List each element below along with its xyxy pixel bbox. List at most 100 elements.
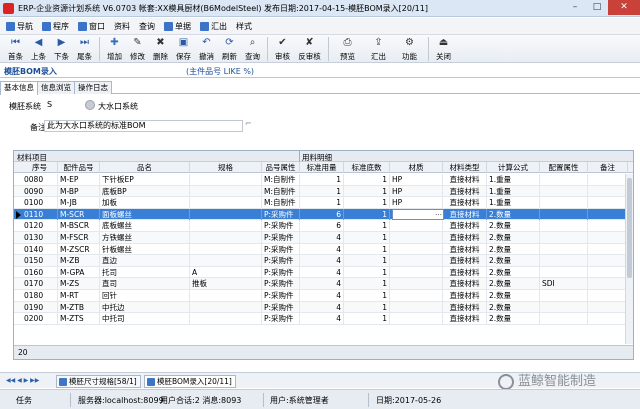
note-expand-icon[interactable]: ⌐ (245, 119, 253, 129)
menu-query[interactable]: 查询 (139, 21, 155, 32)
cell-seq[interactable]: 0150 (22, 255, 58, 267)
first-record-button[interactable]: ⏮ 首条 (4, 35, 27, 63)
cell-config-attr[interactable] (540, 220, 588, 232)
next-record-button[interactable]: ▶ 下条 (50, 35, 73, 63)
doc-tab-size-spec[interactable]: 模胚尺寸规格[58/1] (56, 375, 141, 388)
delete-button[interactable]: ✖ 删除 (149, 35, 172, 63)
cell-material[interactable] (390, 266, 443, 278)
cell-formula[interactable]: 2.数量 (487, 290, 540, 301)
cell-config-attr[interactable] (540, 301, 588, 313)
query-button[interactable]: ⌕ 查询 (241, 35, 264, 63)
column-header-seq[interactable]: 序号 (22, 162, 58, 173)
cell-material-type[interactable]: 直接材料 (443, 197, 487, 209)
maximize-button[interactable]: □ (586, 0, 608, 15)
cell-remark[interactable] (588, 313, 628, 325)
column-header-std-base[interactable]: 标准底数 (344, 162, 390, 173)
cell-std-qty[interactable]: 1 (300, 174, 344, 185)
task-button[interactable]: 任务 (16, 395, 32, 406)
system-code-field[interactable]: S (44, 99, 81, 111)
cell-part-no[interactable]: M-JB (58, 197, 100, 209)
cell-std-qty[interactable]: 1 (300, 185, 344, 197)
close-button[interactable]: ⏏ 关闭 (432, 35, 455, 63)
cell-seq[interactable]: 0170 (22, 278, 58, 290)
cell-part-name[interactable]: 托司 (100, 266, 190, 278)
cell-std-base[interactable]: 1 (344, 174, 390, 185)
cell-material-type[interactable]: 直接材料 (443, 185, 487, 197)
cell-attr[interactable]: P:采购件 (262, 220, 300, 232)
column-header-material[interactable]: 材质 (390, 162, 443, 173)
cell-remark[interactable] (588, 266, 628, 278)
menu-data[interactable]: 资料 (114, 21, 130, 32)
cell-part-name[interactable]: 中托边 (100, 301, 190, 313)
doc-tab-bom-entry[interactable]: 模胚BOM录入[20/11] (144, 375, 236, 388)
cell-std-qty[interactable]: 4 (300, 255, 344, 267)
refresh-button[interactable]: ⟳ 刷新 (218, 35, 241, 63)
grid-vertical-scrollbar[interactable] (625, 174, 633, 344)
cell-std-qty[interactable]: 4 (300, 232, 344, 243)
cell-config-attr[interactable] (540, 313, 588, 325)
tab-operation-log[interactable]: 操作日志 (74, 81, 112, 94)
approve-button[interactable]: ✔ 审核 (271, 35, 294, 63)
cell-material[interactable] (390, 232, 443, 243)
tab-navigation-buttons[interactable]: ◀◀ ◀ ▶ ▶▶ (6, 377, 39, 384)
cell-material-type[interactable]: 直接材料 (443, 208, 487, 220)
tab-browse[interactable]: 信息浏览 (37, 81, 75, 94)
cell-remark[interactable] (588, 255, 628, 267)
cell-std-base[interactable]: 1 (344, 301, 390, 313)
cell-attr[interactable]: P:采购件 (262, 266, 300, 278)
cell-material-type[interactable]: 直接材料 (443, 266, 487, 278)
cell-spec[interactable] (190, 313, 262, 325)
cell-material[interactable] (390, 278, 443, 290)
cell-spec[interactable] (190, 301, 262, 313)
cell-part-no[interactable]: M-ZTS (58, 313, 100, 325)
cell-remark[interactable] (588, 185, 628, 197)
function-button[interactable]: ⚙ 功能 (394, 35, 425, 63)
cell-seq[interactable]: 0130 (22, 232, 58, 243)
cell-material[interactable] (390, 313, 443, 325)
cell-spec[interactable] (190, 232, 262, 243)
cell-part-name[interactable]: 面板螺丝 (100, 208, 190, 220)
cell-formula[interactable]: 2.数量 (487, 232, 540, 243)
cell-seq[interactable]: 0140 (22, 243, 58, 255)
cell-part-no[interactable]: M-SCR (58, 208, 100, 220)
cell-spec[interactable]: A (190, 266, 262, 278)
cell-std-base[interactable]: 1 (344, 313, 390, 325)
column-header-material-type[interactable]: 材料类型 (443, 162, 487, 173)
cell-remark[interactable] (588, 243, 628, 255)
cell-formula[interactable]: 2.数量 (487, 220, 540, 232)
cell-attr[interactable]: P:采购件 (262, 278, 300, 290)
cell-part-name[interactable]: 直边 (100, 255, 190, 267)
table-row[interactable]: 0160 M-GPA 托司 A P:采购件 4 1 直接材料 2.数量 (14, 266, 633, 279)
menu-window[interactable]: 窗口 (78, 21, 105, 32)
cell-material[interactable]: HP (390, 197, 443, 209)
cell-remark[interactable] (588, 220, 628, 232)
cell-part-name[interactable]: 针板螺丝 (100, 243, 190, 255)
lookup-ellipsis-button[interactable]: … (435, 209, 442, 217)
cell-config-attr[interactable] (540, 243, 588, 255)
undo-button[interactable]: ↶ 撤消 (195, 35, 218, 63)
cell-part-name[interactable]: 底板BP (100, 185, 190, 197)
material-editor[interactable]: … (392, 208, 444, 220)
cell-remark[interactable] (588, 232, 628, 243)
cell-seq[interactable]: 0180 (22, 290, 58, 301)
cell-std-base[interactable]: 1 (344, 208, 390, 220)
cell-part-name[interactable]: 加板 (100, 197, 190, 209)
preview-button[interactable]: ⎙ 预览 (332, 35, 363, 63)
cell-formula[interactable]: 2.数量 (487, 243, 540, 255)
prev-record-button[interactable]: ◀ 上条 (27, 35, 50, 63)
cell-part-no[interactable]: M-GPA (58, 266, 100, 278)
cell-material-type[interactable]: 直接材料 (443, 220, 487, 232)
cell-part-no[interactable]: M-BP (58, 185, 100, 197)
table-row[interactable]: 0130 M-FSCR 方铁螺丝 P:采购件 4 1 直接材料 2.数量 (14, 232, 633, 244)
cell-attr[interactable]: M:自制件 (262, 185, 300, 197)
cell-spec[interactable] (190, 290, 262, 301)
menu-style[interactable]: 样式 (236, 21, 252, 32)
note-field[interactable]: 此为大水口系统的标准BOM (44, 120, 243, 132)
cell-part-no[interactable]: M-ZSCR (58, 243, 100, 255)
cell-config-attr[interactable] (540, 266, 588, 278)
table-row[interactable]: 0200 M-ZTS 中托司 P:采购件 4 1 直接材料 2.数量 (14, 313, 633, 325)
cell-part-no[interactable]: M-EP (58, 174, 100, 185)
cell-material-type[interactable]: 直接材料 (443, 290, 487, 301)
cell-config-attr[interactable]: SDI (540, 278, 588, 290)
cell-material-type[interactable]: 直接材料 (443, 243, 487, 255)
